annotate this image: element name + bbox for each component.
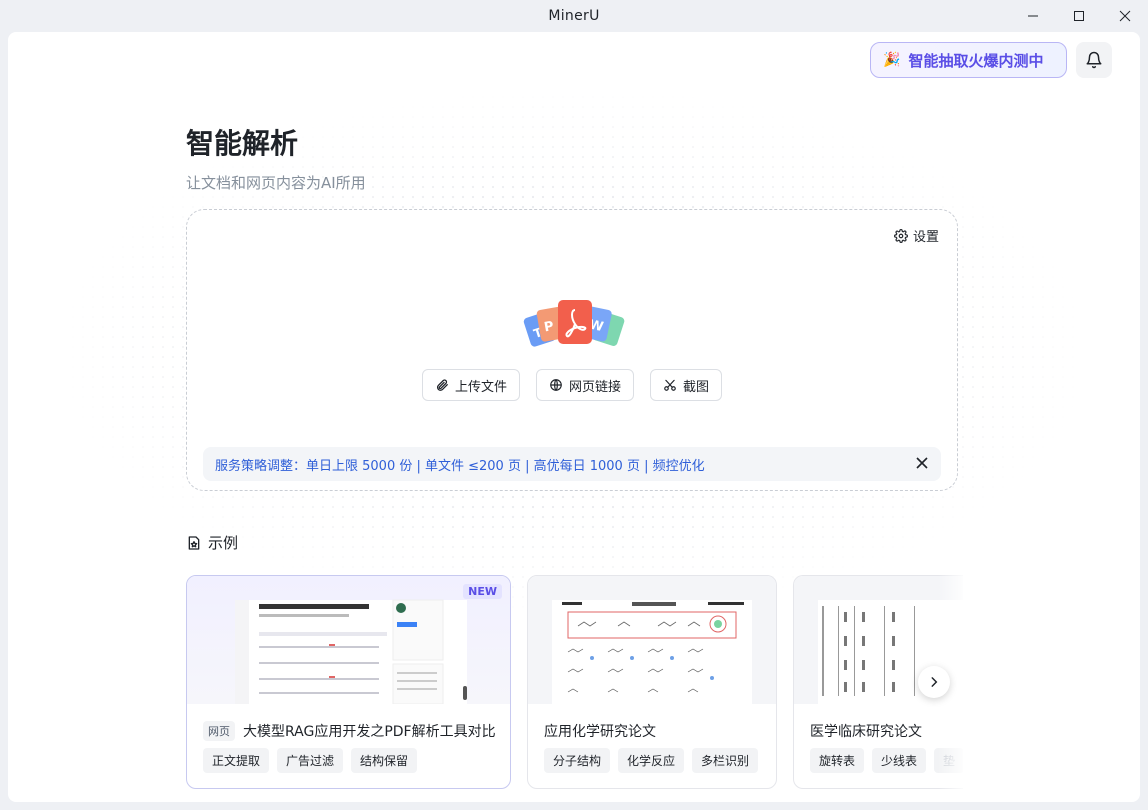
paperclip-icon: [436, 379, 448, 391]
example-card-title-text: 医学临床研究论文: [810, 724, 922, 740]
settings-button[interactable]: 设置: [894, 226, 939, 245]
settings-label: 设置: [912, 230, 939, 245]
minimize-button[interactable]: [1010, 0, 1056, 32]
feature-tag: 多栏识别: [692, 748, 759, 773]
feature-tag: 结构保留: [351, 748, 418, 773]
gear-icon: [894, 228, 908, 243]
service-notice: 服务策略调整：单日上限 5000 份 | 单文件 ≤200 页 | 高优每日 1…: [203, 447, 941, 481]
party-popper-icon: 🎉: [883, 52, 901, 68]
window-titlebar: MinerU: [0, 0, 1148, 32]
maximize-icon: [1074, 11, 1084, 21]
window-controls: [1010, 0, 1148, 32]
carousel-next-button[interactable]: [918, 666, 950, 698]
file-types-illustration-icon: T P W: [523, 300, 625, 347]
screenshot-button[interactable]: 截图: [650, 369, 723, 401]
example-card-title: 应用化学研究论文: [544, 721, 656, 741]
service-notice-text: 服务策略调整：单日上限 5000 份 | 单文件 ≤200 页 | 高优每日 1…: [215, 458, 705, 474]
page-subtitle: 让文档和网页内容为AI所用: [186, 174, 366, 192]
examples-heading-label: 示例: [208, 534, 239, 552]
globe-icon: [550, 379, 562, 391]
star-document-icon: [188, 535, 200, 550]
close-icon: [1119, 10, 1131, 22]
screenshot-label: 截图: [683, 379, 710, 395]
bell-icon: [1086, 51, 1102, 69]
upload-actions: 上传文件 网页链接 截图: [187, 369, 957, 401]
feature-tag: 化学反应: [618, 748, 685, 773]
minimize-icon: [1028, 15, 1038, 17]
new-badge: NEW: [463, 584, 502, 599]
feature-tag: 旋转表: [810, 748, 865, 773]
example-card-tags: 正文提取 广告过滤 结构保留: [203, 748, 418, 773]
chevron-right-icon: [931, 677, 938, 687]
example-card-title: 医学临床研究论文: [810, 721, 922, 741]
example-card-chemistry[interactable]: 应用化学研究论文 分子结构 化学反应 多栏识别: [527, 575, 777, 789]
promo-label: 智能抽取火爆内测中: [908, 51, 1044, 70]
page-title: 智能解析: [186, 127, 299, 160]
maximize-button[interactable]: [1056, 0, 1102, 32]
web-link-button[interactable]: 网页链接: [535, 369, 634, 401]
example-card-tags: 分子结构 化学反应 多栏识别: [544, 748, 759, 773]
feature-tag: 广告过滤: [277, 748, 344, 773]
example-card-rag[interactable]: NEW 网页 大模型RAG应用开发之PDF解析工具对比 正文提取 广告过滤 结构…: [186, 575, 511, 789]
example-card-title-text: 应用化学研究论文: [544, 724, 656, 740]
app-main: 🎉 智能抽取火爆内测中 智能解析 让文档和网页内容为AI所用 设置 T P W: [8, 32, 1140, 802]
upload-dropzone[interactable]: 设置 T P W 上传文件 网页链接 截图 服务策略调整：单日上限 5000 份…: [186, 209, 958, 491]
feature-tag: 分子结构: [544, 748, 611, 773]
window-title: MinerU: [548, 8, 600, 24]
notification-button[interactable]: [1076, 42, 1112, 78]
example-card-title: 网页 大模型RAG应用开发之PDF解析工具对比: [203, 721, 496, 741]
feature-tag: 少线表: [872, 748, 927, 773]
promo-banner-button[interactable]: 🎉 智能抽取火爆内测中: [870, 42, 1067, 78]
webpage-type-tag: 网页: [203, 721, 235, 741]
close-notice-icon[interactable]: [915, 456, 929, 470]
scissors-icon: [664, 379, 676, 391]
examples-heading: 示例: [186, 532, 238, 553]
chemistry-paper-thumbnail: [552, 600, 752, 704]
web-link-label: 网页链接: [568, 379, 621, 395]
upload-file-button[interactable]: 上传文件: [421, 369, 520, 401]
example-thumbnail: NEW: [187, 576, 510, 705]
example-card-title-text: 大模型RAG应用开发之PDF解析工具对比: [243, 724, 496, 740]
example-thumbnail: [528, 576, 776, 704]
feature-tag: 正文提取: [203, 748, 270, 773]
close-window-button[interactable]: [1102, 0, 1148, 32]
upload-file-label: 上传文件: [454, 379, 507, 395]
